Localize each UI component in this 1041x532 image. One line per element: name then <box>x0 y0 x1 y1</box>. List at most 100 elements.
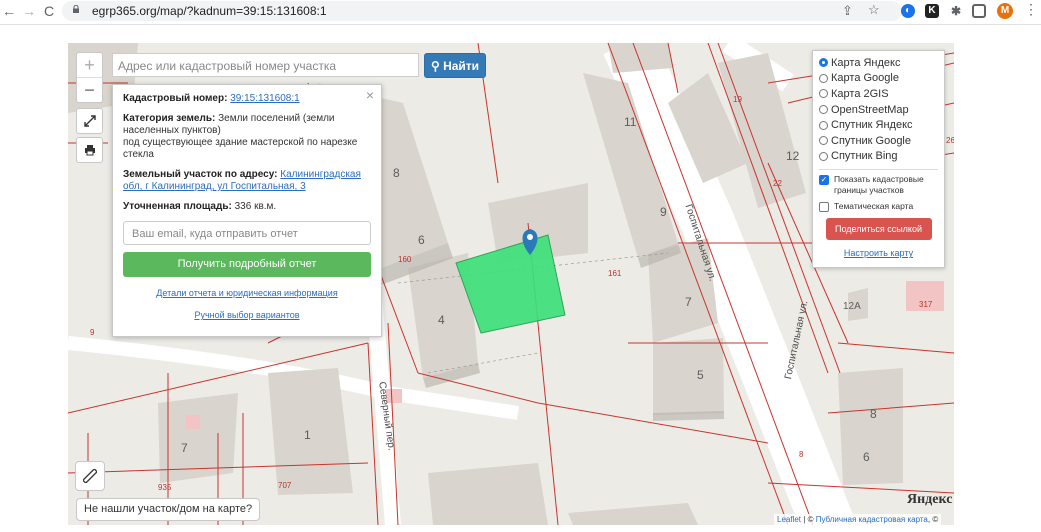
layer-option-google-map[interactable]: Карта Google <box>819 71 938 87</box>
layer-option-bing-satellite[interactable]: Спутник Bing <box>819 149 938 165</box>
layer-label: Карта Google <box>831 72 899 85</box>
pkk-link[interactable]: Публичная кадастровая карта <box>816 515 928 524</box>
cadastral-row: Кадастровый номер: 39:15:131608:1 <box>123 93 371 105</box>
layer-option-2gis-map[interactable]: Карта 2GIS <box>819 86 938 102</box>
radio-selected[interactable] <box>819 58 828 68</box>
report-details-link[interactable]: Детали отчета и юридическая информация <box>156 288 337 298</box>
house-number: 7 <box>685 295 692 309</box>
house-number: 9 <box>660 205 667 219</box>
layer-option-yandex-map[interactable]: Карта Яндекс <box>819 55 938 71</box>
search-input[interactable]: Адрес или кадастровый номер участка <box>112 53 419 77</box>
checkbox[interactable] <box>819 202 829 213</box>
search-icon: ⚲ <box>430 59 440 73</box>
get-report-button[interactable]: Получить подробный отчет <box>123 252 371 277</box>
printer-icon <box>84 145 95 156</box>
thematic-map-checkbox[interactable]: Тематическая карта <box>819 201 938 213</box>
radio[interactable] <box>819 105 828 115</box>
cadastral-label: Кадастровый номер: <box>123 93 228 104</box>
parcel-number: 935 <box>158 483 172 492</box>
house-number: 5 <box>697 368 704 382</box>
layer-label: Карта Яндекс <box>831 56 901 69</box>
ruler-icon <box>82 468 98 484</box>
not-found-button[interactable]: Не нашли участок/дом на карте? <box>76 498 261 521</box>
ruler-button[interactable] <box>75 461 105 491</box>
leaflet-link[interactable]: Leaflet <box>777 515 801 524</box>
house-number: 6 <box>863 450 870 464</box>
parcel-number: 707 <box>278 481 292 490</box>
checkbox-checked[interactable]: ✓ <box>819 175 829 186</box>
menu-dots-icon[interactable]: ⋮ <box>1024 1 1038 18</box>
share-page-icon[interactable]: ⇪ <box>842 3 853 19</box>
parcel-number: 317 <box>919 300 933 309</box>
email-input[interactable]: Ваш email, куда отправить отчет <box>123 221 371 245</box>
house-number: 7 <box>181 441 188 455</box>
map-attribution: Leaflet | © Публичная кадастровая карта,… <box>774 514 942 526</box>
layer-option-yandex-satellite[interactable]: Спутник Яндекс <box>819 117 938 133</box>
layer-label: Спутник Bing <box>831 150 898 163</box>
extension-k-icon[interactable]: K <box>925 4 939 18</box>
parcel-number: 160 <box>398 255 412 264</box>
house-number: 11 <box>624 115 637 129</box>
radio[interactable] <box>819 120 828 130</box>
radio[interactable] <box>819 73 828 83</box>
parcel-number: 22 <box>773 179 782 188</box>
close-icon[interactable]: × <box>366 87 374 103</box>
find-button-label: Найти <box>443 59 480 73</box>
profile-avatar[interactable]: M <box>997 3 1013 19</box>
house-number: 1 <box>304 428 311 442</box>
find-button[interactable]: ⚲ Найти <box>424 53 486 78</box>
attribution-tail: , © <box>927 515 939 524</box>
category-row: Категория земель: Земли поселений (земли… <box>123 113 371 137</box>
zoom-control: + − <box>76 52 103 103</box>
house-number: 12А <box>843 301 861 312</box>
setup-map-link[interactable]: Настроить карту <box>819 248 938 258</box>
share-link-button[interactable]: Поделиться ссылкой <box>825 218 932 241</box>
parcel-number: 19 <box>733 95 742 104</box>
back-icon[interactable]: ← <box>2 3 16 19</box>
attribution-separator: | © <box>803 515 814 524</box>
sidebar-icon[interactable] <box>972 4 986 18</box>
extensions-puzzle-icon[interactable]: ✱ <box>949 4 963 18</box>
expand-icon <box>83 115 96 127</box>
reload-icon[interactable]: C <box>44 3 54 19</box>
house-number: 12 <box>786 149 800 163</box>
url-text: egrp365.org/map/?kadnum=39:15:131608:1 <box>92 4 327 18</box>
parcel-number: 9 <box>90 328 95 337</box>
house-number: 6 <box>418 233 425 247</box>
manual-select-link[interactable]: Ручной выбор вариантов <box>194 310 299 320</box>
parcel-info-popup: × Кадастровый номер: 39:15:131608:1 Кате… <box>112 84 382 337</box>
yandex-logo: Яндекс <box>907 492 953 507</box>
layer-option-osm[interactable]: OpenStreetMap <box>819 102 938 118</box>
area-value: 336 кв.м. <box>234 201 277 212</box>
address-bar[interactable]: egrp365.org/map/?kadnum=39:15:131608:1 ⇪… <box>62 1 902 21</box>
zoom-in-button[interactable]: + <box>77 53 102 78</box>
lock-icon <box>73 5 79 13</box>
print-button[interactable] <box>76 137 103 163</box>
radio[interactable] <box>819 136 828 146</box>
radio[interactable] <box>819 151 828 161</box>
checkbox-label: Показать кадастровые границы участков <box>834 174 924 196</box>
area-row: Уточненная площадь: 336 кв.м. <box>123 201 371 213</box>
radio[interactable] <box>819 89 828 99</box>
house-number: 8 <box>393 166 400 180</box>
address-label: Земельный участок по адресу: <box>123 169 278 180</box>
parcel-number: 161 <box>608 269 622 278</box>
browser-toolbar: ← → C egrp365.org/map/?kadnum=39:15:1316… <box>0 0 1041 25</box>
layer-option-google-satellite[interactable]: Спутник Google <box>819 133 938 149</box>
show-borders-checkbox[interactable]: ✓ Показать кадастровые границы участков <box>819 174 938 196</box>
layer-switcher: Карта Яндекс Карта Google Карта 2GIS Ope… <box>812 50 945 268</box>
parcel-number: 8 <box>799 450 804 459</box>
zoom-out-button[interactable]: − <box>77 78 102 102</box>
bookmark-star-icon[interactable]: ☆ <box>868 2 880 18</box>
cadastral-number-link[interactable]: 39:15:131608:1 <box>230 93 300 104</box>
category-label: Категория земель: <box>123 113 216 124</box>
house-number: 8 <box>870 407 877 421</box>
area-label: Уточненная площадь: <box>123 201 232 212</box>
extension-icon[interactable]: ◐ <box>901 4 915 18</box>
house-number: 4 <box>438 313 445 327</box>
layer-label: Карта 2GIS <box>831 87 889 100</box>
layer-label: Спутник Google <box>831 134 911 147</box>
fullscreen-button[interactable] <box>76 108 103 134</box>
forward-icon[interactable]: → <box>22 3 36 19</box>
divider <box>819 169 938 171</box>
